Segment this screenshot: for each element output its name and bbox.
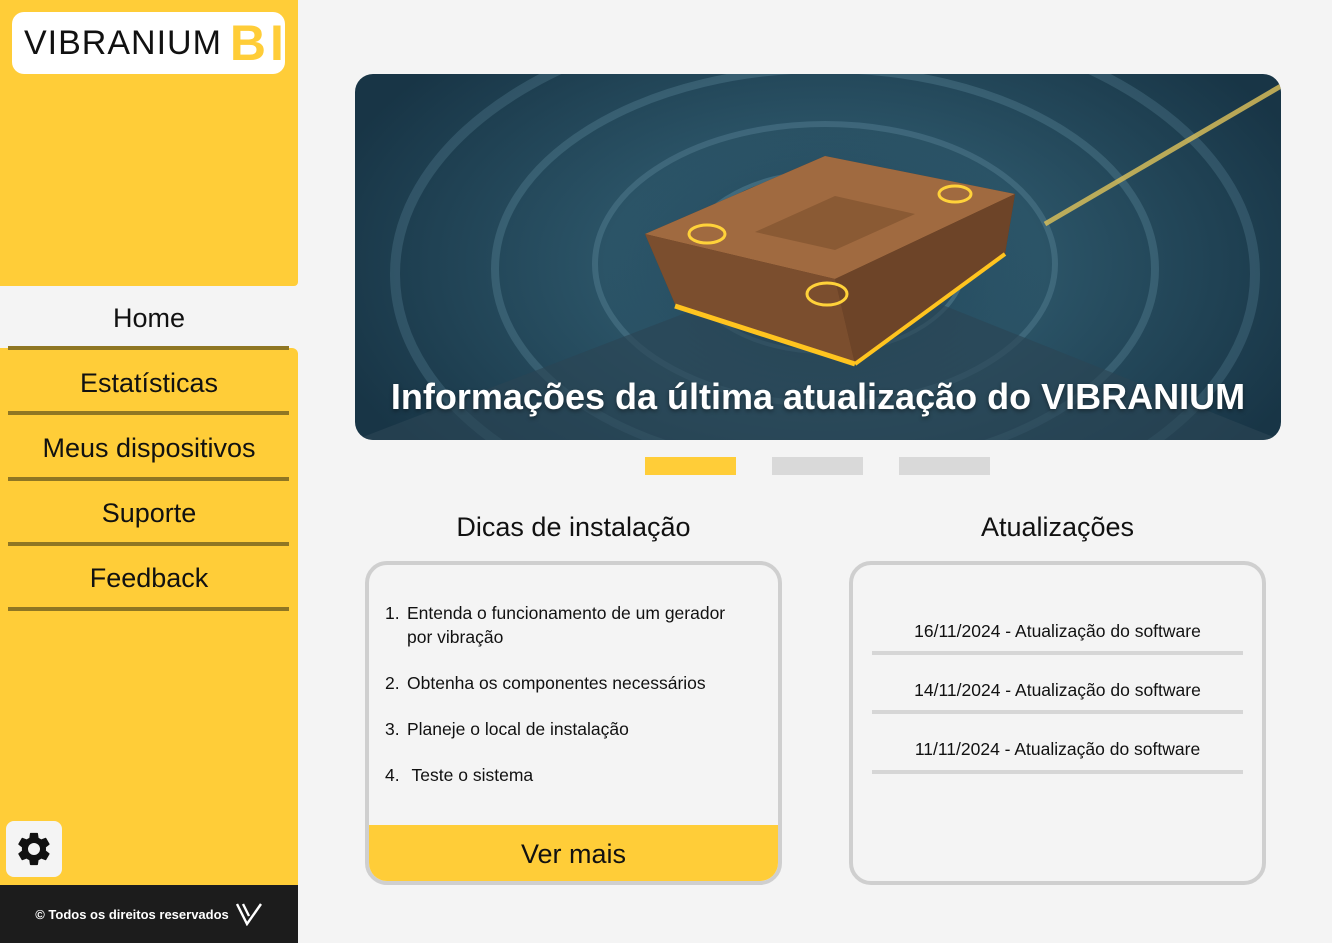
banner-carousel[interactable]: Informações da última atualização do VIB… [355,74,1281,440]
tips-title: Dicas de instalação [456,512,691,542]
brand-logo[interactable]: VIBRANIUM BI [12,12,285,74]
nav-divider [8,542,289,546]
nav-divider [8,411,289,415]
gear-icon [18,832,50,866]
tips-list: 1. Entenda o funcionamento de um gerador… [385,601,755,809]
nav-divider [8,346,289,350]
carousel-dot-2[interactable] [772,457,863,475]
list-item: 2. Obtenha os componentes necessários [385,671,755,695]
update-divider [872,710,1243,714]
updates-card: 16/11/2024 - Atualização do software 14/… [849,561,1266,885]
sidebar-item-home[interactable]: Home [0,286,298,348]
sidebar-item-estatisticas[interactable]: Estatísticas [0,368,298,399]
update-item[interactable]: 16/11/2024 - Atualização do software [872,621,1243,642]
tip-number: 3. [385,719,400,739]
list-item: 1. Entenda o funcionamento de um gerador… [385,601,755,649]
v-logo-icon [235,903,262,926]
tip-text: Obtenha os componentes necessários [407,673,706,693]
sidebar-item-meus-dispositivos[interactable]: Meus dispositivos [0,433,298,464]
banner-title: Informações da última atualização do VIB… [390,376,1246,417]
nav-divider [8,607,289,611]
carousel-indicators [645,457,990,475]
sidebar-footer: © Todos os direitos reservados [0,885,298,943]
sidebar-item-home-label: Home [112,303,186,333]
list-item: 4. Teste o sistema [385,763,755,787]
brand-name: VIBRANIUM [24,23,222,62]
carousel-dot-3[interactable] [899,457,990,475]
tip-text: Planeje o local de instalação [407,719,629,739]
sidebar-item-suporte[interactable]: Suporte [0,498,298,529]
tip-number: 4. [385,765,400,785]
update-divider [872,770,1243,774]
tip-number: 2. [385,673,400,693]
updates-title: Atualizações [980,512,1135,542]
see-more-button[interactable]: Ver mais [369,825,778,881]
sidebar-nav [0,348,298,885]
carousel-dot-1[interactable] [645,457,736,475]
update-item[interactable]: 11/11/2024 - Atualização do software [872,739,1243,760]
sidebar-top: VIBRANIUM BI [0,0,298,286]
tip-text: Teste o sistema [407,765,534,785]
copyright-text: © Todos os direitos reservados [35,906,229,922]
brand-suffix: BI [229,15,288,71]
sidebar-item-feedback[interactable]: Feedback [0,563,298,594]
tips-card: 1. Entenda o funcionamento de um gerador… [365,561,782,885]
update-divider [872,651,1243,655]
tip-text: Entenda o funcionamento de um gerador po… [407,603,726,647]
settings-button[interactable] [6,821,62,877]
update-item[interactable]: 14/11/2024 - Atualização do software [872,680,1243,701]
tip-number: 1. [385,603,400,623]
list-item: 3. Planeje o local de instalação [385,717,755,741]
nav-divider [8,477,289,481]
